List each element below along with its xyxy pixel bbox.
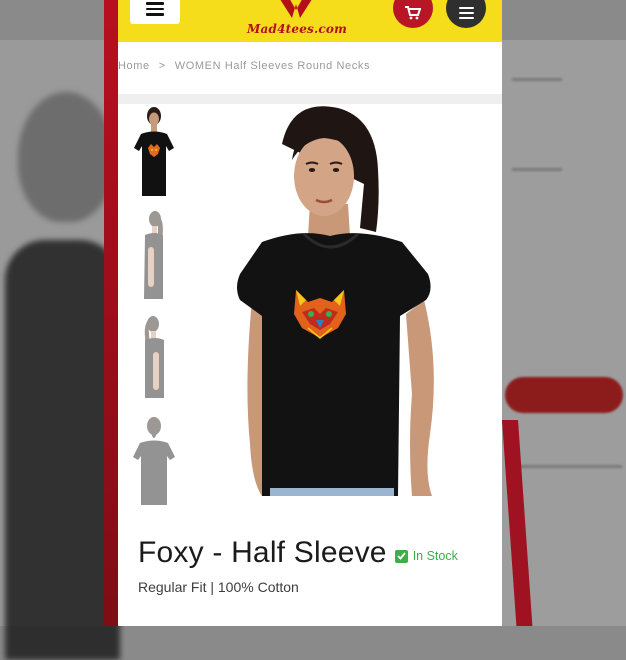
cart-icon: [405, 6, 421, 20]
breadcrumb-home-link[interactable]: Home: [118, 60, 150, 72]
breadcrumb-current[interactable]: WOMEN Half Sleeves Round Necks: [175, 60, 370, 72]
breadcrumb: Home > WOMEN Half Sleeves Round Necks: [118, 60, 370, 72]
red-frame-edge: [104, 0, 118, 626]
checkbox-check-icon: [394, 549, 408, 563]
product-thumbnail-side[interactable]: [128, 207, 180, 301]
stock-status: In Stock: [394, 549, 458, 563]
account-menu-button[interactable]: [446, 0, 486, 28]
background-text-line: [512, 465, 622, 468]
background-model-photo: [0, 40, 120, 660]
product-main-image[interactable]: [200, 104, 502, 496]
product-thumbnail-back[interactable]: [128, 413, 180, 507]
section-divider: [118, 94, 502, 104]
mobile-screen: Mad4tees.com Home > WOMEN Half Sleeves Rou…: [118, 0, 502, 626]
product-thumbnail-front[interactable]: [128, 104, 180, 198]
background-text-line: [512, 168, 562, 171]
cart-button[interactable]: [393, 0, 433, 28]
background-model-body: [5, 240, 120, 660]
stock-status-label: In Stock: [412, 549, 458, 563]
menu-button[interactable]: [130, 0, 180, 24]
breadcrumb-separator: >: [158, 60, 166, 72]
product-title: Foxy - Half Sleeve: [138, 536, 387, 569]
background-add-to-cart-bar: [505, 377, 623, 413]
brand-logo-icon: [280, 0, 312, 18]
thumbnail-gallery: [128, 104, 180, 516]
brand-name[interactable]: Mad4tees.com: [237, 22, 357, 36]
background-text-line: [512, 78, 562, 81]
product-subtitle: Regular Fit | 100% Cotton: [138, 579, 299, 595]
menu-icon: [146, 2, 164, 16]
product-thumbnail-side-alt[interactable]: [128, 310, 180, 404]
site-header: Mad4tees.com: [118, 0, 502, 42]
menu-icon: [458, 7, 474, 19]
product-title-row: Foxy - Half Sleeve In Stock: [138, 536, 458, 570]
background-model-head: [18, 92, 114, 222]
